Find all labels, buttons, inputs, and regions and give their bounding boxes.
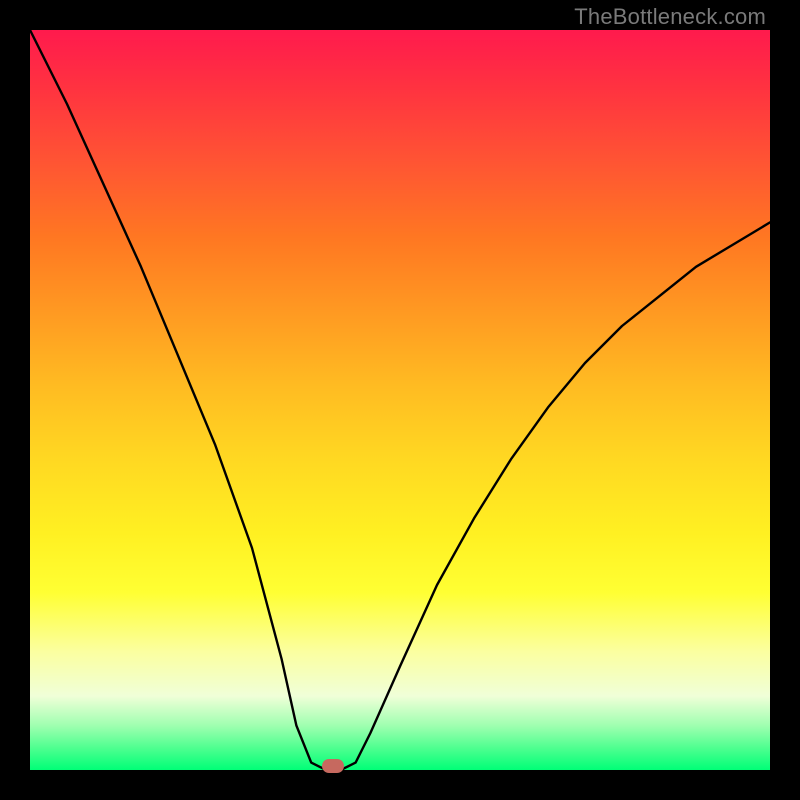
chart-frame: TheBottleneck.com (0, 0, 800, 800)
watermark-text: TheBottleneck.com (574, 4, 766, 30)
optimum-marker (322, 759, 344, 773)
curve-svg (30, 30, 770, 770)
plot-area (30, 30, 770, 770)
bottleneck-curve (30, 30, 770, 770)
